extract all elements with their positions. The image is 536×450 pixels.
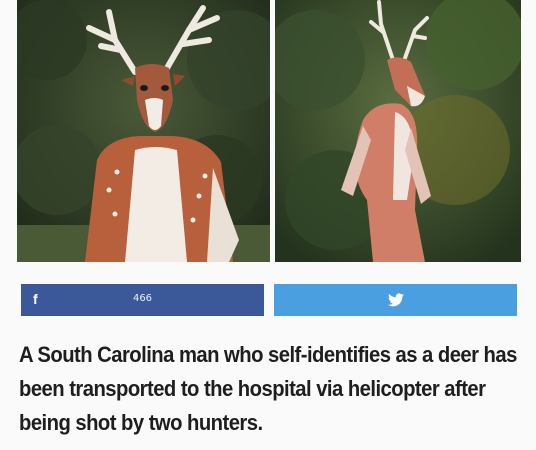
- share-count: 466: [132, 293, 153, 304]
- deer-costume-photo-left: [17, 0, 270, 262]
- deer-costume-photo-right: [275, 0, 521, 262]
- twitter-icon: [387, 293, 404, 307]
- facebook-share-button[interactable]: f 466: [21, 284, 264, 316]
- twitter-share-button[interactable]: [274, 284, 517, 316]
- headline: A South Carolina man who self-identifies…: [19, 342, 517, 435]
